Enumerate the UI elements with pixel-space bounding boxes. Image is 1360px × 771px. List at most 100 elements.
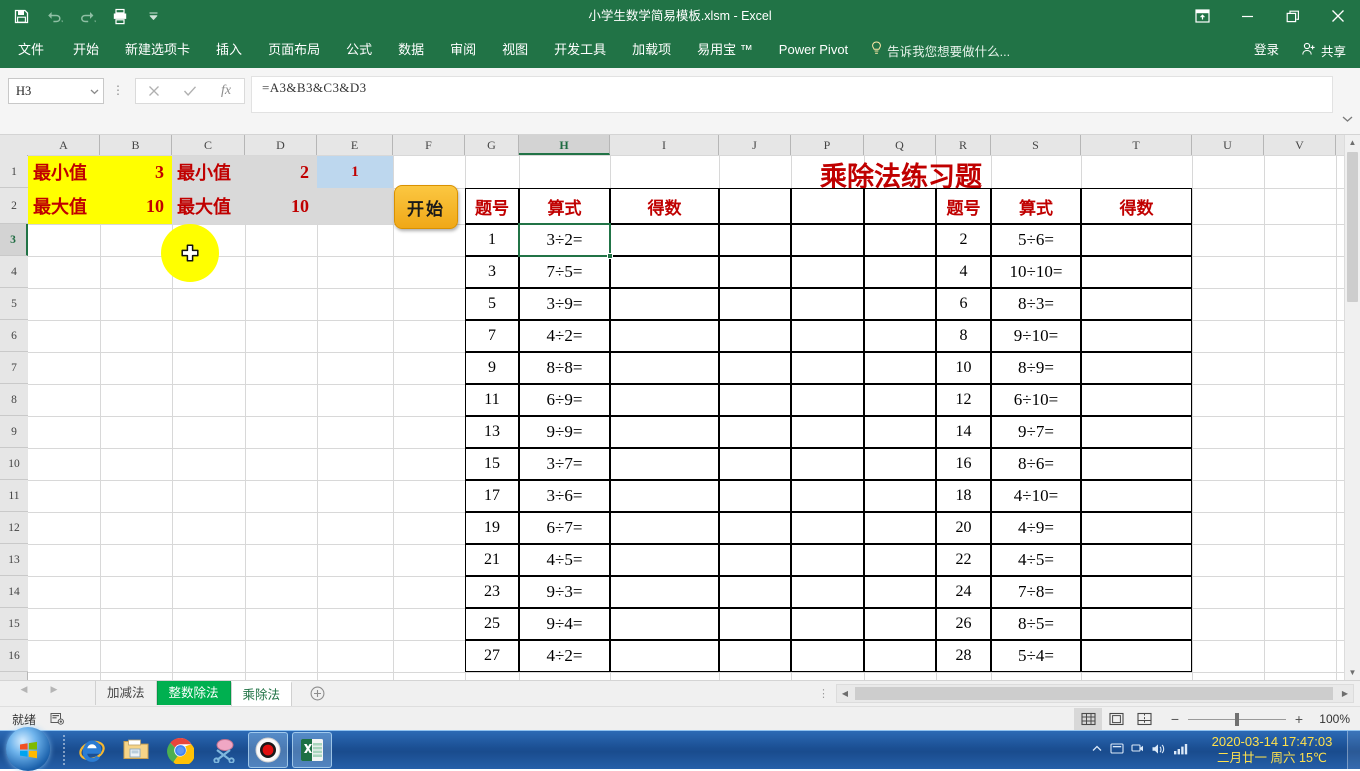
left-row-expr-1[interactable]: 7÷5= xyxy=(519,256,610,288)
row-header-12[interactable]: 12 xyxy=(0,512,28,544)
right-row-no-12[interactable]: 26 xyxy=(936,608,991,640)
save-icon[interactable] xyxy=(10,5,32,27)
volume-icon[interactable] xyxy=(1151,742,1166,759)
restore-icon[interactable] xyxy=(1270,0,1315,32)
left-row-no-2[interactable]: 5 xyxy=(465,288,519,320)
right-row-result-7[interactable] xyxy=(1081,448,1192,480)
right-row-no-11[interactable]: 24 xyxy=(936,576,991,608)
tab-addins[interactable]: 加载项 xyxy=(619,32,684,68)
cell-A1-min-label[interactable]: 最小值 xyxy=(28,156,100,188)
spacer-J-12[interactable] xyxy=(719,608,791,640)
right-row-expr-9[interactable]: 4÷9= xyxy=(991,512,1081,544)
spacer-P-2[interactable] xyxy=(791,288,864,320)
page-layout-view-icon[interactable] xyxy=(1102,708,1130,730)
spacer-P-10[interactable] xyxy=(791,544,864,576)
internet-explorer-icon[interactable] xyxy=(72,732,112,768)
left-row-no-12[interactable]: 25 xyxy=(465,608,519,640)
row-header-14[interactable]: 14 xyxy=(0,576,28,608)
left-row-result-10[interactable] xyxy=(610,544,719,576)
spacer-J-13[interactable] xyxy=(719,640,791,672)
left-row-expr-5[interactable]: 6÷9= xyxy=(519,384,610,416)
spacer-P-1[interactable] xyxy=(791,256,864,288)
spacer-P-4[interactable] xyxy=(791,352,864,384)
right-row-expr-2[interactable]: 8÷3= xyxy=(991,288,1081,320)
left-table-header-1[interactable]: 算式 xyxy=(519,188,610,224)
row-header-8[interactable]: 8 xyxy=(0,384,28,416)
zoom-track[interactable] xyxy=(1188,712,1286,726)
left-row-no-7[interactable]: 15 xyxy=(465,448,519,480)
header-spacer-J[interactable] xyxy=(719,188,791,224)
page-break-view-icon[interactable] xyxy=(1130,708,1158,730)
right-row-expr-6[interactable]: 9÷7= xyxy=(991,416,1081,448)
left-row-result-12[interactable] xyxy=(610,608,719,640)
tab-data[interactable]: 数据 xyxy=(385,32,437,68)
snipping-tool-icon[interactable] xyxy=(204,732,244,768)
taskbar-clock[interactable]: 2020-03-14 17:47:03 二月廿一 周六 15℃ xyxy=(1197,731,1347,769)
left-row-expr-6[interactable]: 9÷9= xyxy=(519,416,610,448)
cell-C2-max-label[interactable]: 最大值 xyxy=(172,188,245,224)
vertical-scroll-thumb[interactable] xyxy=(1347,152,1358,302)
spacer-J-8[interactable] xyxy=(719,480,791,512)
tab-page-layout[interactable]: 页面布局 xyxy=(255,32,333,68)
right-row-no-0[interactable]: 2 xyxy=(936,224,991,256)
left-row-expr-2[interactable]: 3÷9= xyxy=(519,288,610,320)
column-header-S[interactable]: S xyxy=(991,135,1081,155)
signal-icon[interactable] xyxy=(1173,742,1189,758)
scroll-right-icon[interactable]: ▶ xyxy=(1337,685,1353,702)
left-row-result-8[interactable] xyxy=(610,480,719,512)
print-preview-icon[interactable] xyxy=(109,5,131,27)
sheet-tab-addsub[interactable]: 加减法 xyxy=(95,681,157,705)
screen-recorder-icon[interactable] xyxy=(248,732,288,768)
spacer-Q-12[interactable] xyxy=(864,608,936,640)
spacer-Q-11[interactable] xyxy=(864,576,936,608)
spacer-J-3[interactable] xyxy=(719,320,791,352)
right-row-expr-4[interactable]: 8÷9= xyxy=(991,352,1081,384)
spacer-J-7[interactable] xyxy=(719,448,791,480)
right-row-result-8[interactable] xyxy=(1081,480,1192,512)
right-row-no-2[interactable]: 6 xyxy=(936,288,991,320)
chevron-down-icon[interactable] xyxy=(85,88,103,95)
right-row-expr-3[interactable]: 9÷10= xyxy=(991,320,1081,352)
spacer-Q-7[interactable] xyxy=(864,448,936,480)
column-header-E[interactable]: E xyxy=(317,135,393,155)
header-spacer-Q[interactable] xyxy=(864,188,936,224)
cell-B1-min-value[interactable]: 3 xyxy=(100,156,172,188)
right-row-result-11[interactable] xyxy=(1081,576,1192,608)
right-row-result-9[interactable] xyxy=(1081,512,1192,544)
redo-icon[interactable] xyxy=(76,5,98,27)
column-header-R[interactable]: R xyxy=(936,135,991,155)
row-header-6[interactable]: 6 xyxy=(0,320,28,352)
ribbon-display-options-icon[interactable] xyxy=(1180,0,1225,32)
cell-D2-max-value[interactable]: 10 xyxy=(245,188,317,224)
right-row-result-1[interactable] xyxy=(1081,256,1192,288)
row-header-11[interactable]: 11 xyxy=(0,480,28,512)
column-header-B[interactable]: B xyxy=(100,135,172,155)
right-row-expr-0[interactable]: 5÷6= xyxy=(991,224,1081,256)
right-row-expr-10[interactable]: 4÷5= xyxy=(991,544,1081,576)
cell-E1-counter[interactable]: 1 xyxy=(317,156,393,188)
left-row-result-0[interactable] xyxy=(610,224,719,256)
spacer-P-3[interactable] xyxy=(791,320,864,352)
share-button[interactable]: 共享 xyxy=(1291,32,1360,68)
row-header-1[interactable]: 1 xyxy=(0,156,28,188)
confirm-formula-icon[interactable] xyxy=(172,80,208,102)
column-header-V[interactable]: V xyxy=(1264,135,1336,155)
right-row-result-6[interactable] xyxy=(1081,416,1192,448)
tab-view[interactable]: 视图 xyxy=(489,32,541,68)
spacer-Q-3[interactable] xyxy=(864,320,936,352)
column-header-H[interactable]: H xyxy=(519,135,610,155)
sheet-tab-multiply-divide[interactable]: 乘除法 xyxy=(230,681,293,707)
right-row-result-4[interactable] xyxy=(1081,352,1192,384)
right-row-no-8[interactable]: 18 xyxy=(936,480,991,512)
left-row-result-6[interactable] xyxy=(610,416,719,448)
left-row-no-5[interactable]: 11 xyxy=(465,384,519,416)
left-row-expr-12[interactable]: 9÷4= xyxy=(519,608,610,640)
right-row-result-3[interactable] xyxy=(1081,320,1192,352)
left-row-no-1[interactable]: 3 xyxy=(465,256,519,288)
left-row-result-2[interactable] xyxy=(610,288,719,320)
left-row-no-10[interactable]: 21 xyxy=(465,544,519,576)
spacer-P-13[interactable] xyxy=(791,640,864,672)
row-header-9[interactable]: 9 xyxy=(0,416,28,448)
spacer-Q-9[interactable] xyxy=(864,512,936,544)
tray-network-icon[interactable] xyxy=(1131,742,1144,758)
